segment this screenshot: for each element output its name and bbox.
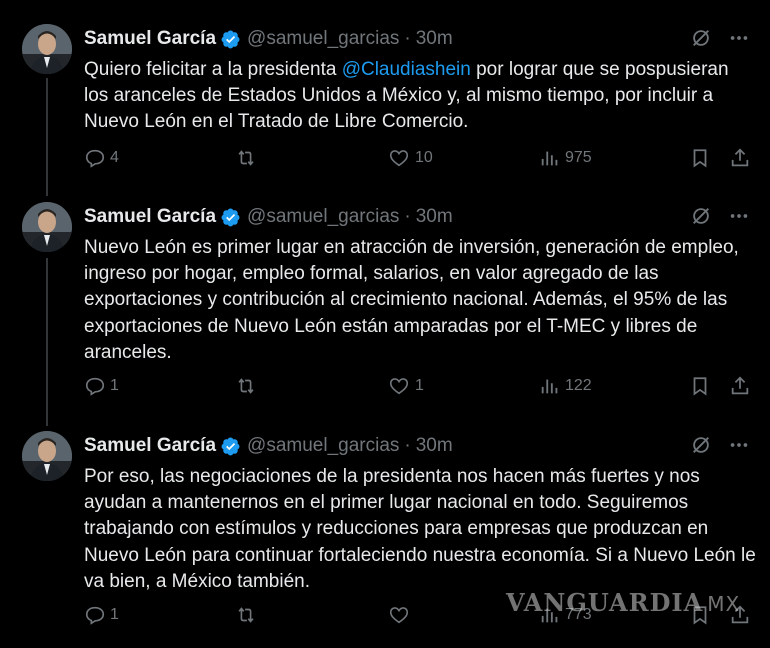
author-handle[interactable]: @samuel_garcias — [247, 435, 399, 457]
grok-icon[interactable] — [690, 434, 712, 462]
repost-icon — [238, 607, 254, 623]
repost-button[interactable] — [234, 375, 262, 397]
reply-count: 1 — [110, 606, 119, 623]
author-handle[interactable]: @samuel_garcias — [247, 206, 399, 228]
views-count: 975 — [565, 149, 592, 166]
reply-icon — [85, 149, 105, 168]
repost-icon — [238, 378, 254, 394]
views-icon — [541, 151, 558, 166]
separator: · — [404, 206, 411, 227]
watermark-text: VANGUARDIA — [506, 588, 704, 617]
separator: · — [404, 28, 411, 49]
tweet-header: Samuel García @samuel_garcias · 30m — [84, 434, 750, 458]
views-count: 122 — [565, 377, 592, 394]
like-icon — [389, 150, 409, 167]
more-icon[interactable] — [728, 205, 750, 233]
timestamp[interactable]: 30m — [416, 28, 453, 50]
tweet-text: Por eso, las negociaciones de la preside… — [84, 464, 756, 595]
tweet-text-part: Quiero felicitar a la presidenta — [84, 59, 342, 80]
like-button[interactable]: 10 — [387, 147, 433, 169]
more-icon[interactable] — [728, 27, 750, 55]
share-button[interactable] — [729, 147, 751, 169]
views-button[interactable]: 122 — [539, 375, 592, 397]
like-icon — [389, 378, 409, 395]
repost-button[interactable] — [234, 604, 262, 626]
verified-badge-icon — [220, 29, 241, 50]
reply-count: 1 — [110, 377, 119, 394]
author-name[interactable]: Samuel García — [84, 206, 216, 228]
views-icon — [541, 379, 558, 394]
like-count: 1 — [415, 377, 424, 394]
timestamp[interactable]: 30m — [416, 435, 453, 457]
avatar[interactable] — [22, 202, 72, 252]
bookmark-icon — [693, 377, 707, 396]
tweet-text-part: Nuevo León es primer lugar en atracción … — [84, 237, 739, 363]
avatar[interactable] — [22, 431, 72, 481]
more-icon[interactable] — [728, 434, 750, 462]
share-button[interactable] — [729, 375, 751, 397]
reply-icon — [85, 377, 105, 396]
tweet[interactable]: Samuel García @samuel_garcias · 30m Quie… — [0, 24, 770, 174]
author-handle[interactable]: @samuel_garcias — [247, 28, 399, 50]
action-bar: 1 1 122 — [84, 375, 756, 399]
avatar[interactable] — [22, 24, 72, 74]
tweet-text: Quiero felicitar a la presidenta @Claudi… — [84, 57, 756, 136]
watermark: VANGUARDIA MX — [506, 588, 740, 617]
grok-icon[interactable] — [690, 27, 712, 55]
like-icon — [389, 607, 409, 624]
bookmark-icon — [693, 149, 707, 168]
share-icon — [731, 376, 749, 395]
watermark-suffix: MX — [707, 592, 741, 616]
mention-link[interactable]: @Claudiashein — [342, 59, 471, 80]
action-bar: 4 10 975 — [84, 147, 756, 171]
tweet-header: Samuel García @samuel_garcias · 30m — [84, 27, 750, 51]
verified-badge-icon — [220, 436, 241, 457]
repost-button[interactable] — [234, 147, 262, 169]
verified-badge-icon — [220, 207, 241, 228]
share-icon — [731, 148, 749, 167]
tweet-text-part: Por eso, las negociaciones de la preside… — [84, 466, 756, 592]
reply-count: 4 — [110, 149, 119, 166]
like-button[interactable] — [387, 604, 415, 626]
views-button[interactable]: 975 — [539, 147, 592, 169]
like-button[interactable]: 1 — [387, 375, 424, 397]
separator: · — [404, 435, 411, 456]
tweet-header: Samuel García @samuel_garcias · 30m — [84, 205, 750, 229]
reply-button[interactable]: 1 — [84, 604, 119, 626]
like-count: 10 — [415, 149, 433, 166]
bookmark-button[interactable] — [689, 375, 711, 397]
grok-icon[interactable] — [690, 205, 712, 233]
timestamp[interactable]: 30m — [416, 206, 453, 228]
reply-button[interactable]: 1 — [84, 375, 119, 397]
author-name[interactable]: Samuel García — [84, 28, 216, 50]
reply-icon — [85, 606, 105, 625]
repost-icon — [238, 150, 254, 166]
tweet-text: Nuevo León es primer lugar en atracción … — [84, 235, 756, 366]
tweet[interactable]: Samuel García @samuel_garcias · 30m Nuev… — [0, 202, 770, 402]
bookmark-button[interactable] — [689, 147, 711, 169]
reply-button[interactable]: 4 — [84, 147, 119, 169]
author-name[interactable]: Samuel García — [84, 435, 216, 457]
